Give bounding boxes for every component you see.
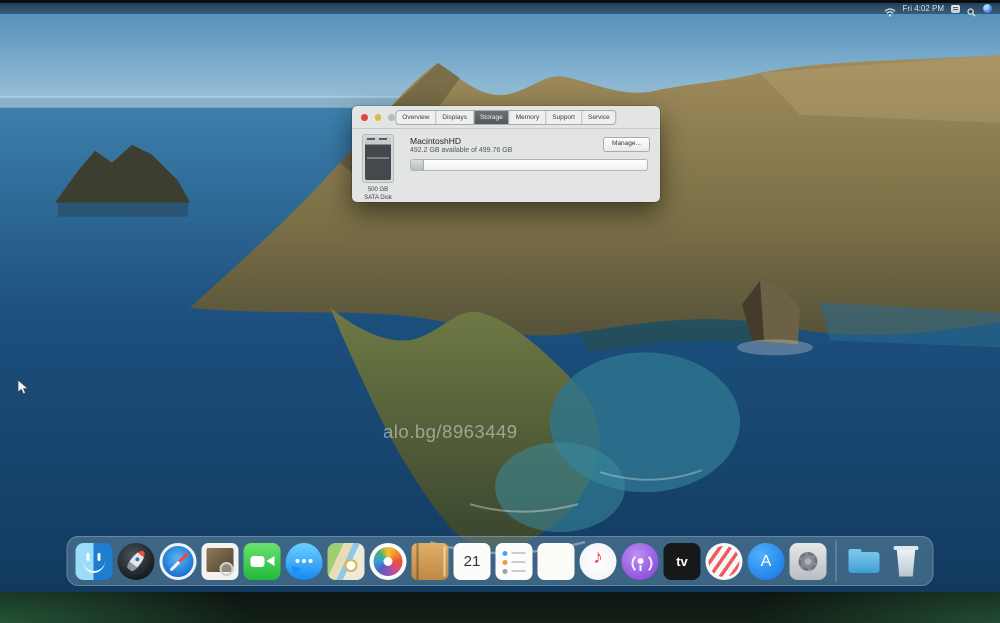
trash-icon[interactable] <box>888 543 925 580</box>
wifi-icon[interactable] <box>884 4 896 17</box>
launchpad-icon[interactable] <box>117 542 155 580</box>
contacts-icon[interactable] <box>411 542 449 580</box>
photo-watermark: alo.bg/8963449 <box>383 421 518 442</box>
tab-memory[interactable]: Memory <box>508 111 545 124</box>
photos-icon[interactable] <box>369 542 407 580</box>
about-tabs: Overview Displays Storage Memory Support… <box>395 110 617 125</box>
tab-service[interactable]: Service <box>581 111 616 124</box>
messages-icon[interactable] <box>285 542 323 580</box>
about-this-mac-window: Overview Displays Storage Memory Support… <box>352 106 660 202</box>
disk-kind: SATA Disk <box>364 194 392 201</box>
system-preferences-icon[interactable] <box>789 542 827 580</box>
menu-bar-clock[interactable]: Fri 4:02 PM <box>903 3 944 14</box>
disk-capacity: 500 GB <box>367 187 389 193</box>
monitor-screen: Fri 4:02 PM Overview Displays Storage Me… <box>0 3 1000 592</box>
volume-name: MacintoshHD <box>410 136 462 146</box>
calendar-icon[interactable]: 21 <box>453 542 491 580</box>
zoom-button-disabled <box>388 114 395 121</box>
finder-icon[interactable] <box>75 542 113 580</box>
mouse-cursor <box>18 380 29 395</box>
podcasts-icon[interactable] <box>621 542 659 580</box>
dock: 21 ♪ tv A <box>66 536 934 586</box>
disk-caption: 500 GB SATA Disk <box>354 187 402 202</box>
dock-separator <box>835 540 837 582</box>
minimize-button[interactable] <box>374 114 381 121</box>
safari-icon[interactable] <box>159 542 197 580</box>
siri-icon[interactable] <box>983 4 992 13</box>
storage-usage-bar <box>410 159 648 171</box>
news-icon[interactable] <box>705 542 743 580</box>
spotlight-search-icon[interactable] <box>967 4 976 17</box>
storage-used-segment <box>411 160 424 170</box>
window-toolbar: Overview Displays Storage Memory Support… <box>352 106 660 129</box>
volume-availability: 492.2 GB available of 499.76 GB <box>410 147 513 154</box>
tab-storage[interactable]: Storage <box>472 111 509 124</box>
facetime-icon[interactable] <box>243 542 281 580</box>
menu-bar: Fri 4:02 PM <box>0 3 1000 17</box>
notes-icon[interactable] <box>537 542 575 580</box>
tab-support[interactable]: Support <box>545 111 581 124</box>
close-button[interactable] <box>361 114 368 121</box>
downloads-folder-icon[interactable] <box>846 543 883 580</box>
input-menu-icon[interactable] <box>951 4 960 13</box>
internal-drive-icon <box>362 134 394 183</box>
reminders-icon[interactable] <box>495 542 533 580</box>
desktop-wallpaper <box>0 3 1000 592</box>
tab-overview[interactable]: Overview <box>396 111 435 124</box>
music-icon[interactable]: ♪ <box>579 542 617 580</box>
tab-displays[interactable]: Displays <box>435 111 473 124</box>
app-store-icon[interactable]: A <box>747 542 785 580</box>
traffic-lights <box>361 114 395 121</box>
storage-pane: 500 GB SATA Disk MacintoshHD 492.2 GB av… <box>352 128 660 202</box>
preview-icon[interactable] <box>201 542 239 580</box>
maps-icon[interactable] <box>327 542 365 580</box>
apple-tv-icon[interactable]: tv <box>663 542 701 580</box>
manage-button[interactable]: Manage... <box>603 137 650 152</box>
